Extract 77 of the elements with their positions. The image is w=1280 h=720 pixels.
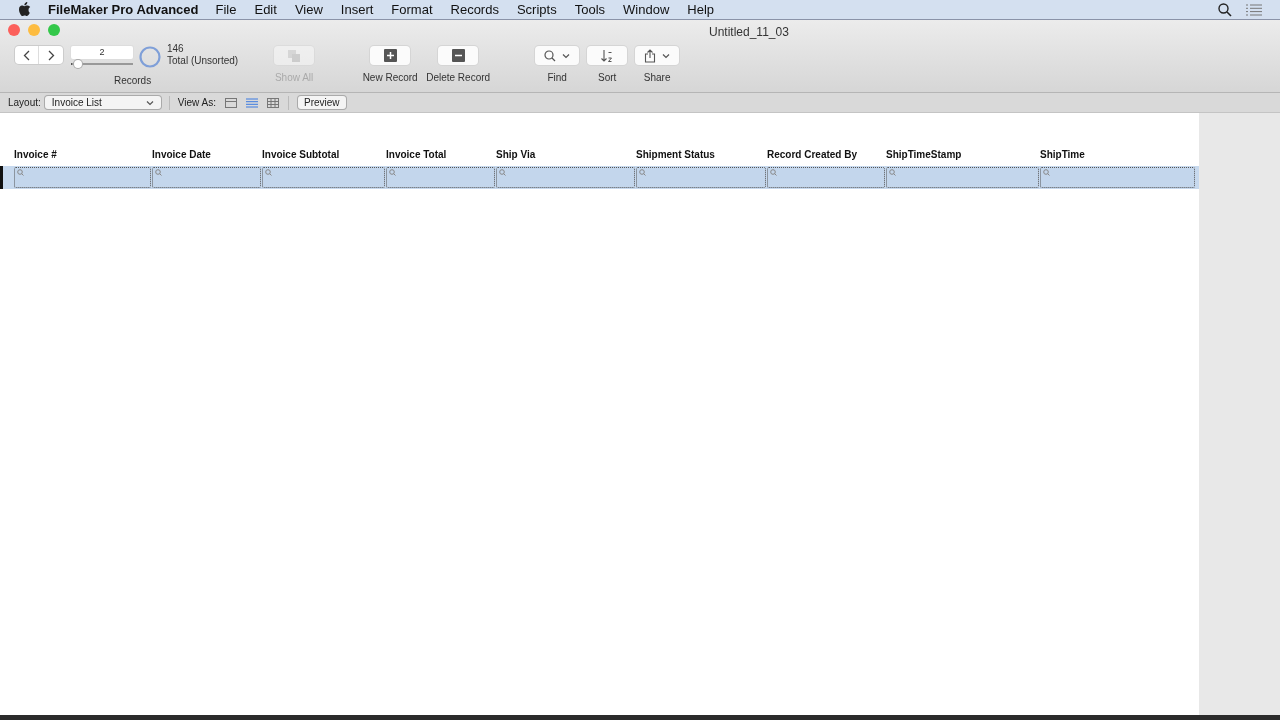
minus-icon xyxy=(451,49,465,62)
sort-button[interactable] xyxy=(587,46,628,65)
delete-button[interactable] xyxy=(438,46,479,65)
menu-item[interactable]: Window xyxy=(623,0,670,20)
find-field[interactable] xyxy=(152,167,261,188)
column-header: Invoice Date xyxy=(152,148,212,162)
found-count: 146 xyxy=(167,43,185,55)
caret-icon xyxy=(562,52,571,59)
form-view-button[interactable] xyxy=(225,97,237,108)
find-field[interactable] xyxy=(262,167,385,188)
find-field[interactable] xyxy=(14,167,151,188)
find-field[interactable] xyxy=(496,167,635,188)
menu-item[interactable]: File xyxy=(215,0,237,20)
toolbar-button-label: Sort xyxy=(597,71,617,85)
plus-icon xyxy=(383,49,397,62)
search-icon xyxy=(1043,169,1050,176)
window-title: Untitled_11_03 xyxy=(709,24,789,41)
table-view-button[interactable] xyxy=(267,97,279,108)
found-status: Total (Unsorted) xyxy=(167,55,239,67)
menu-item[interactable]: View xyxy=(294,0,323,20)
find-button[interactable] xyxy=(535,46,580,65)
menu-item[interactable]: Help xyxy=(687,0,715,20)
search-icon xyxy=(544,49,557,62)
column-header: Invoice Total xyxy=(386,148,448,162)
close-window-button[interactable] xyxy=(8,24,20,36)
app-name-menu[interactable]: FileMaker Pro Advanced xyxy=(48,0,199,20)
column-header: Invoice Subtotal xyxy=(262,148,341,162)
search-icon xyxy=(770,169,777,176)
list-icon[interactable] xyxy=(1246,3,1262,16)
chevron-left-icon xyxy=(23,49,30,61)
preview-button[interactable]: Preview xyxy=(298,96,346,109)
record-slider[interactable] xyxy=(71,60,133,68)
menu-item[interactable]: Insert xyxy=(340,0,374,20)
current-record-marker xyxy=(0,166,3,189)
search-icon xyxy=(639,169,646,176)
apple-icon[interactable] xyxy=(18,2,31,17)
view-as-label: View As: xyxy=(177,96,216,110)
search-icon xyxy=(17,169,24,176)
caret-icon xyxy=(145,99,154,106)
record-number-field[interactable]: 2 xyxy=(71,46,133,59)
share-icon xyxy=(644,48,657,63)
menu-item[interactable]: Records xyxy=(450,0,499,20)
find-field[interactable] xyxy=(1040,167,1195,188)
layout-dropdown[interactable]: Invoice List xyxy=(44,96,161,109)
find-field[interactable] xyxy=(886,167,1039,188)
menu-item[interactable]: Scripts xyxy=(516,0,557,20)
menu-item[interactable]: Tools xyxy=(574,0,606,20)
column-header: Record Created By xyxy=(767,148,859,162)
search-icon[interactable] xyxy=(1218,2,1232,17)
find-field[interactable] xyxy=(386,167,495,188)
find-field[interactable] xyxy=(636,167,766,188)
column-header: Invoice # xyxy=(14,148,58,162)
search-icon xyxy=(499,169,506,176)
chevron-right-icon xyxy=(47,49,55,61)
toolbar-button-label: Find xyxy=(547,71,567,85)
find-field[interactable] xyxy=(767,167,885,188)
slider-thumb[interactable] xyxy=(73,60,82,68)
search-icon xyxy=(389,169,396,176)
share-button[interactable] xyxy=(635,46,680,65)
menu-item[interactable]: Edit xyxy=(254,0,277,20)
search-icon xyxy=(889,169,896,176)
toolbar-button-label: Share xyxy=(643,71,671,85)
toolbar-button-label: New Record xyxy=(362,71,418,85)
new-button[interactable] xyxy=(370,46,411,65)
column-header: Shipment Status xyxy=(636,148,716,162)
toolbar-button-label: Delete Record xyxy=(426,71,491,85)
column-header: ShipTimeStamp xyxy=(886,148,963,162)
layout-label: Layout: xyxy=(8,96,41,110)
search-icon xyxy=(265,169,272,176)
pages-icon xyxy=(287,48,302,63)
records-label: Records xyxy=(113,74,152,88)
sort-icon xyxy=(600,48,615,63)
column-header: ShipTime xyxy=(1040,148,1086,162)
column-header: Ship Via xyxy=(496,148,537,162)
search-icon xyxy=(155,169,162,176)
caret-icon xyxy=(662,52,671,59)
menu-item[interactable]: Format xyxy=(391,0,433,20)
